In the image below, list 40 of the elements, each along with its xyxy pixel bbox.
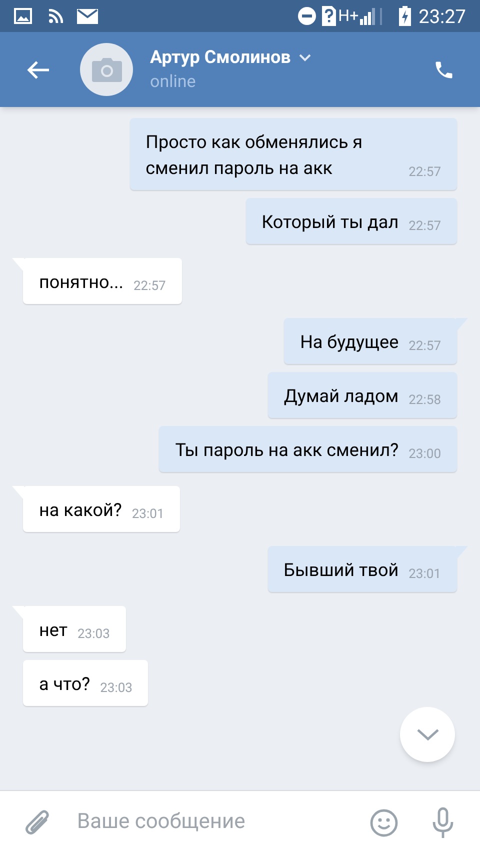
- message-text: а что?: [39, 673, 90, 697]
- network-type: H+: [338, 8, 359, 24]
- mail-icon: [77, 8, 98, 24]
- microphone-icon[interactable]: [432, 806, 454, 838]
- message-text: Думай ладом: [284, 385, 399, 409]
- message-text: понятно...: [39, 271, 124, 295]
- do-not-disturb-icon: [298, 7, 316, 25]
- signal-icon: [358, 7, 377, 25]
- message-time: 23:01: [408, 566, 441, 584]
- message-time: 22:58: [408, 392, 441, 410]
- scroll-down-button[interactable]: [400, 707, 455, 762]
- message-input[interactable]: Ваше сообщение: [77, 806, 360, 838]
- message-time: 23:01: [132, 506, 164, 524]
- sim-unknown-icon: [322, 6, 336, 26]
- back-arrow-icon: [26, 60, 50, 80]
- chevron-down-icon[interactable]: [298, 54, 311, 62]
- message-time: 22:57: [408, 218, 441, 236]
- image-icon: [14, 8, 32, 24]
- contact-status: online: [150, 71, 197, 93]
- message-time: 23:03: [100, 680, 132, 698]
- message-text: Который ты дал: [262, 211, 399, 235]
- message-text: нет: [39, 619, 68, 643]
- message-time: 23:00: [408, 446, 441, 464]
- message-time: 22:57: [408, 338, 441, 356]
- contact-name[interactable]: Артур Смолинов: [150, 46, 291, 70]
- emoji-icon[interactable]: [370, 808, 398, 836]
- message-text: На будущее: [300, 331, 399, 355]
- battery-charging-icon: [398, 6, 411, 26]
- message-text: Бывший твой: [284, 559, 399, 583]
- message-text: на какой?: [39, 499, 122, 523]
- message-time: 22:57: [133, 278, 166, 296]
- message-time: 22:57: [408, 164, 441, 182]
- chevron-down-icon: [416, 728, 440, 742]
- message-text: Просто как обменялись я сменил пароль на акк: [146, 131, 364, 181]
- message-text: Ты пароль на акк сменил?: [175, 439, 399, 463]
- rss-icon: [48, 8, 63, 24]
- paperclip-icon[interactable]: [24, 808, 52, 838]
- camera-icon: [92, 58, 122, 82]
- message-time: 23:03: [78, 626, 110, 644]
- clock: 23:27: [418, 6, 466, 26]
